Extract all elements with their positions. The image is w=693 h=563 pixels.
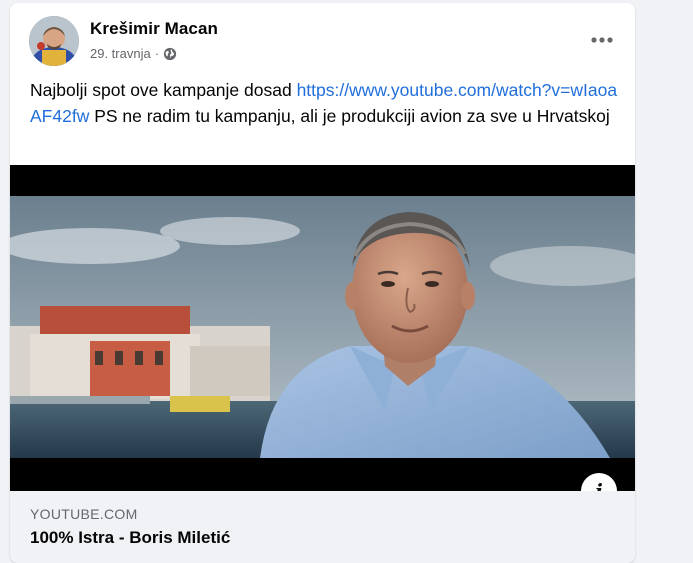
post-meta: 29. travnja · — [90, 46, 177, 61]
post-text: Najbolji spot ove kampanje dosad https:/… — [30, 77, 622, 129]
post-date[interactable]: 29. travnja — [90, 46, 151, 61]
link-title[interactable]: 100% Istra - Boris Miletić — [30, 528, 230, 548]
link-domain: YOUTUBE.COM — [30, 506, 138, 522]
more-options-button[interactable] — [584, 26, 620, 54]
globe-icon[interactable] — [163, 47, 177, 61]
video-scene — [10, 196, 635, 458]
link-preview[interactable]: YOUTUBE.COM 100% Istra - Boris Miletić — [10, 491, 635, 563]
post-header: Krešimir Macan 29. travnja · — [10, 3, 635, 67]
post-text-start: Najbolji spot ove kampanje dosad — [30, 80, 297, 100]
author-name[interactable]: Krešimir Macan — [90, 19, 218, 39]
post-text-end: PS ne radim tu kampanju, ali je produkci… — [89, 106, 610, 126]
meta-separator: · — [154, 46, 160, 61]
author-avatar[interactable] — [29, 16, 79, 66]
video-thumbnail[interactable] — [10, 165, 635, 491]
more-horizontal-icon — [591, 37, 613, 43]
post-card: Krešimir Macan 29. travnja · Najbolji sp… — [10, 3, 635, 563]
